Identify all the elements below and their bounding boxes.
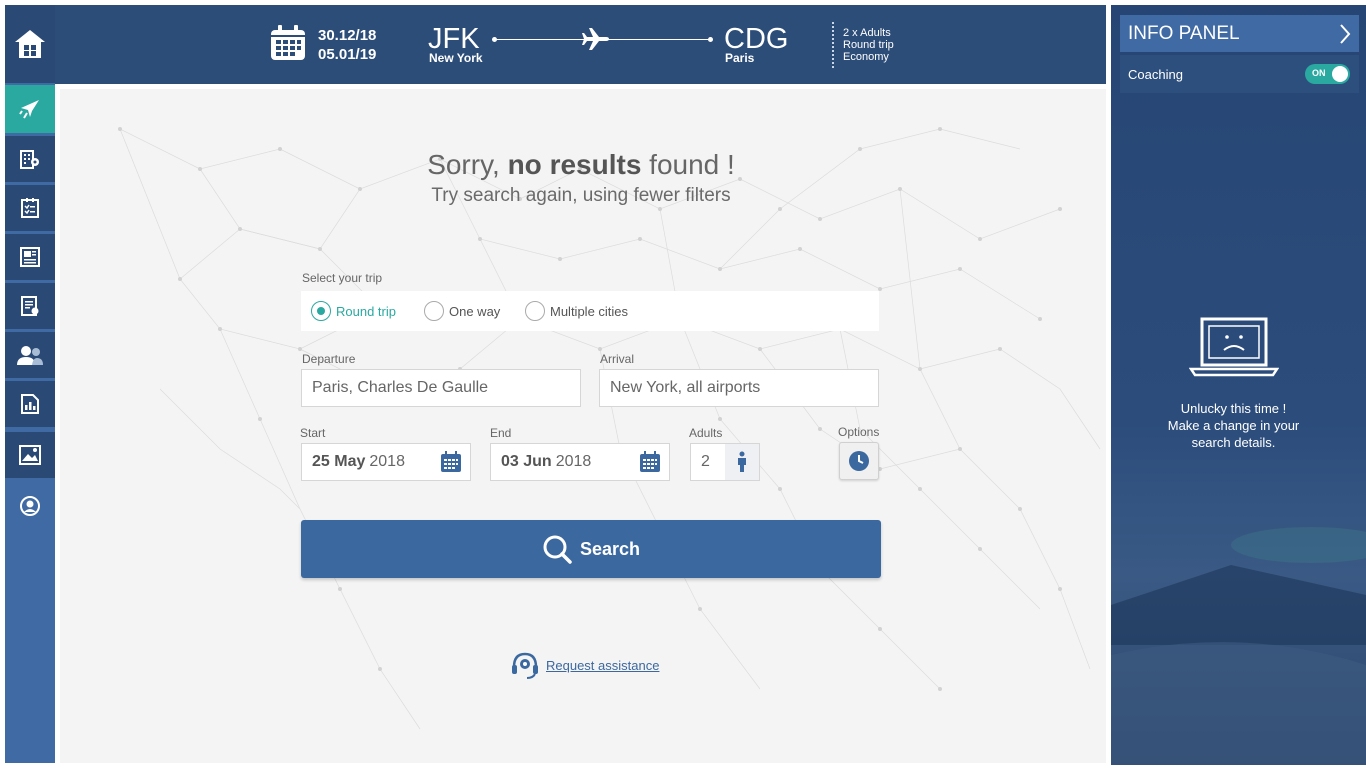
- origin-code: JFK: [428, 23, 480, 55]
- start-label: Start: [300, 426, 326, 440]
- select-trip-label: Select your trip: [302, 271, 383, 285]
- radio-multiple-cities-circle[interactable]: [525, 301, 545, 321]
- headset-icon: [512, 652, 538, 679]
- radio-round-trip-circle[interactable]: [311, 301, 331, 321]
- sidebar-item-checklist[interactable]: [5, 185, 55, 231]
- radio-one-way[interactable]: One way: [424, 301, 500, 321]
- adults-input[interactable]: 2: [690, 443, 760, 481]
- newspaper-icon: [20, 247, 40, 267]
- search-button-label: Search: [579, 538, 641, 559]
- adults-label: Adults: [689, 426, 723, 440]
- toggle-state: ON: [1312, 68, 1326, 78]
- date-back: 05.01/19: [318, 46, 377, 63]
- trip-dates: 30.12/18 05.01/19: [318, 26, 376, 64]
- departure-label: Departure: [302, 352, 356, 366]
- hotel-icon: [20, 150, 39, 169]
- radio-one-way-circle[interactable]: [424, 301, 444, 321]
- sidebar-item-news[interactable]: [5, 234, 55, 280]
- coaching-row: Coaching ON: [1120, 55, 1359, 93]
- home-icon: [15, 30, 45, 58]
- start-day: 25 May: [312, 453, 366, 470]
- calendar-icon[interactable]: [440, 451, 462, 473]
- start-year: 2018: [369, 453, 405, 470]
- radio-one-way-label: One way: [449, 303, 501, 319]
- sidebar-item-profile[interactable]: [5, 483, 55, 529]
- gallery-icon: [19, 445, 41, 465]
- panel-background: [1111, 5, 1366, 765]
- start-date-input[interactable]: 25 May 2018: [301, 443, 471, 481]
- info-message-line3: search details.: [1191, 435, 1276, 450]
- no-results-prefix: Sorry,: [427, 149, 500, 180]
- toggle-knob: [1332, 66, 1348, 82]
- trip-details: 2 x Adults Round trip Economy: [843, 27, 894, 63]
- sidebar-item-flights[interactable]: [5, 85, 55, 133]
- no-results-bold: no results: [507, 149, 642, 180]
- adult-person-icon: [725, 444, 759, 480]
- end-date-input[interactable]: 03 Jun 2018: [490, 443, 670, 481]
- analytics-icon: [21, 394, 39, 414]
- search-icon: [543, 535, 572, 564]
- sidebar-item-home[interactable]: [5, 5, 55, 83]
- calendar-icon: [271, 25, 305, 60]
- trip-type-selector: Round trip One way Multiple cities: [301, 291, 879, 331]
- calendar-icon[interactable]: [639, 451, 661, 473]
- radio-multiple-cities[interactable]: Multiple cities: [525, 301, 628, 321]
- departure-input[interactable]: Paris, Charles De Gaulle: [301, 369, 581, 407]
- arrival-value: New York, all airports: [610, 379, 761, 396]
- checklist-icon: [21, 198, 39, 218]
- users-icon: [17, 346, 43, 365]
- info-message: Unlucky this time ! Make a change in you…: [1111, 400, 1356, 451]
- radio-round-trip-label: Round trip: [336, 303, 396, 319]
- destination-city: Paris: [725, 51, 755, 65]
- request-assistance-link[interactable]: Request assistance: [546, 658, 659, 673]
- arrival-input[interactable]: New York, all airports: [599, 369, 879, 407]
- sidebar-item-reports[interactable]: [5, 283, 55, 329]
- trip-summary-header: 30.12/18 05.01/19 JFK New York CDG Paris…: [55, 5, 1106, 84]
- report-icon: [21, 296, 39, 316]
- origin-city: New York: [429, 51, 483, 65]
- left-sidebar: [5, 5, 55, 763]
- plane-icon: [19, 100, 39, 119]
- info-panel-title: INFO PANEL: [1128, 22, 1240, 44]
- profile-icon: [20, 496, 40, 516]
- info-panel-header[interactable]: INFO PANEL: [1120, 15, 1359, 52]
- end-label: End: [490, 426, 512, 440]
- search-button[interactable]: Search: [301, 520, 881, 578]
- info-message-line1: Unlucky this time !: [1180, 401, 1287, 416]
- sidebar-item-users[interactable]: [5, 332, 55, 378]
- coaching-toggle[interactable]: ON: [1305, 64, 1350, 84]
- sidebar-item-analytics[interactable]: [5, 381, 55, 427]
- info-panel: INFO PANEL Coaching ON Unlucky this time…: [1111, 5, 1366, 765]
- no-results-subtitle: Try search again, using fewer filters: [431, 185, 731, 206]
- route-dot-end: [708, 37, 713, 42]
- chevron-right-icon[interactable]: [1339, 23, 1351, 45]
- options-label: Options: [838, 425, 880, 439]
- no-results-title: Sorry, no results found !: [60, 149, 1106, 181]
- options-button[interactable]: [839, 442, 879, 480]
- radio-round-trip[interactable]: Round trip: [311, 301, 396, 321]
- sidebar-item-hotels[interactable]: [5, 136, 55, 182]
- sad-laptop-icon: [1189, 317, 1279, 377]
- info-message-line2: Make a change in your: [1167, 418, 1300, 433]
- sidebar-item-gallery[interactable]: [5, 432, 55, 478]
- arrival-label: Arrival: [600, 352, 635, 366]
- main-content: Sorry, no results found ! Try search aga…: [60, 89, 1106, 763]
- end-year: 2018: [555, 453, 592, 470]
- plane-icon: [582, 28, 609, 50]
- end-day: 03 Jun: [501, 453, 552, 470]
- clock-icon: [849, 451, 869, 471]
- departure-value: Paris, Charles De Gaulle: [312, 379, 489, 396]
- request-assistance[interactable]: Request assistance: [510, 650, 659, 680]
- destination-code: CDG: [724, 23, 789, 55]
- coaching-label: Coaching: [1128, 66, 1183, 82]
- date-out: 30.12/18: [318, 27, 377, 44]
- cabin-class: Economy: [843, 51, 889, 63]
- header-divider: [832, 22, 834, 68]
- no-results-suffix: found !: [649, 149, 735, 180]
- adults-value: 2: [701, 453, 710, 470]
- passengers: 2 x Adults: [843, 27, 891, 39]
- radio-multiple-cities-label: Multiple cities: [550, 303, 629, 319]
- trip-type: Round trip: [843, 39, 894, 51]
